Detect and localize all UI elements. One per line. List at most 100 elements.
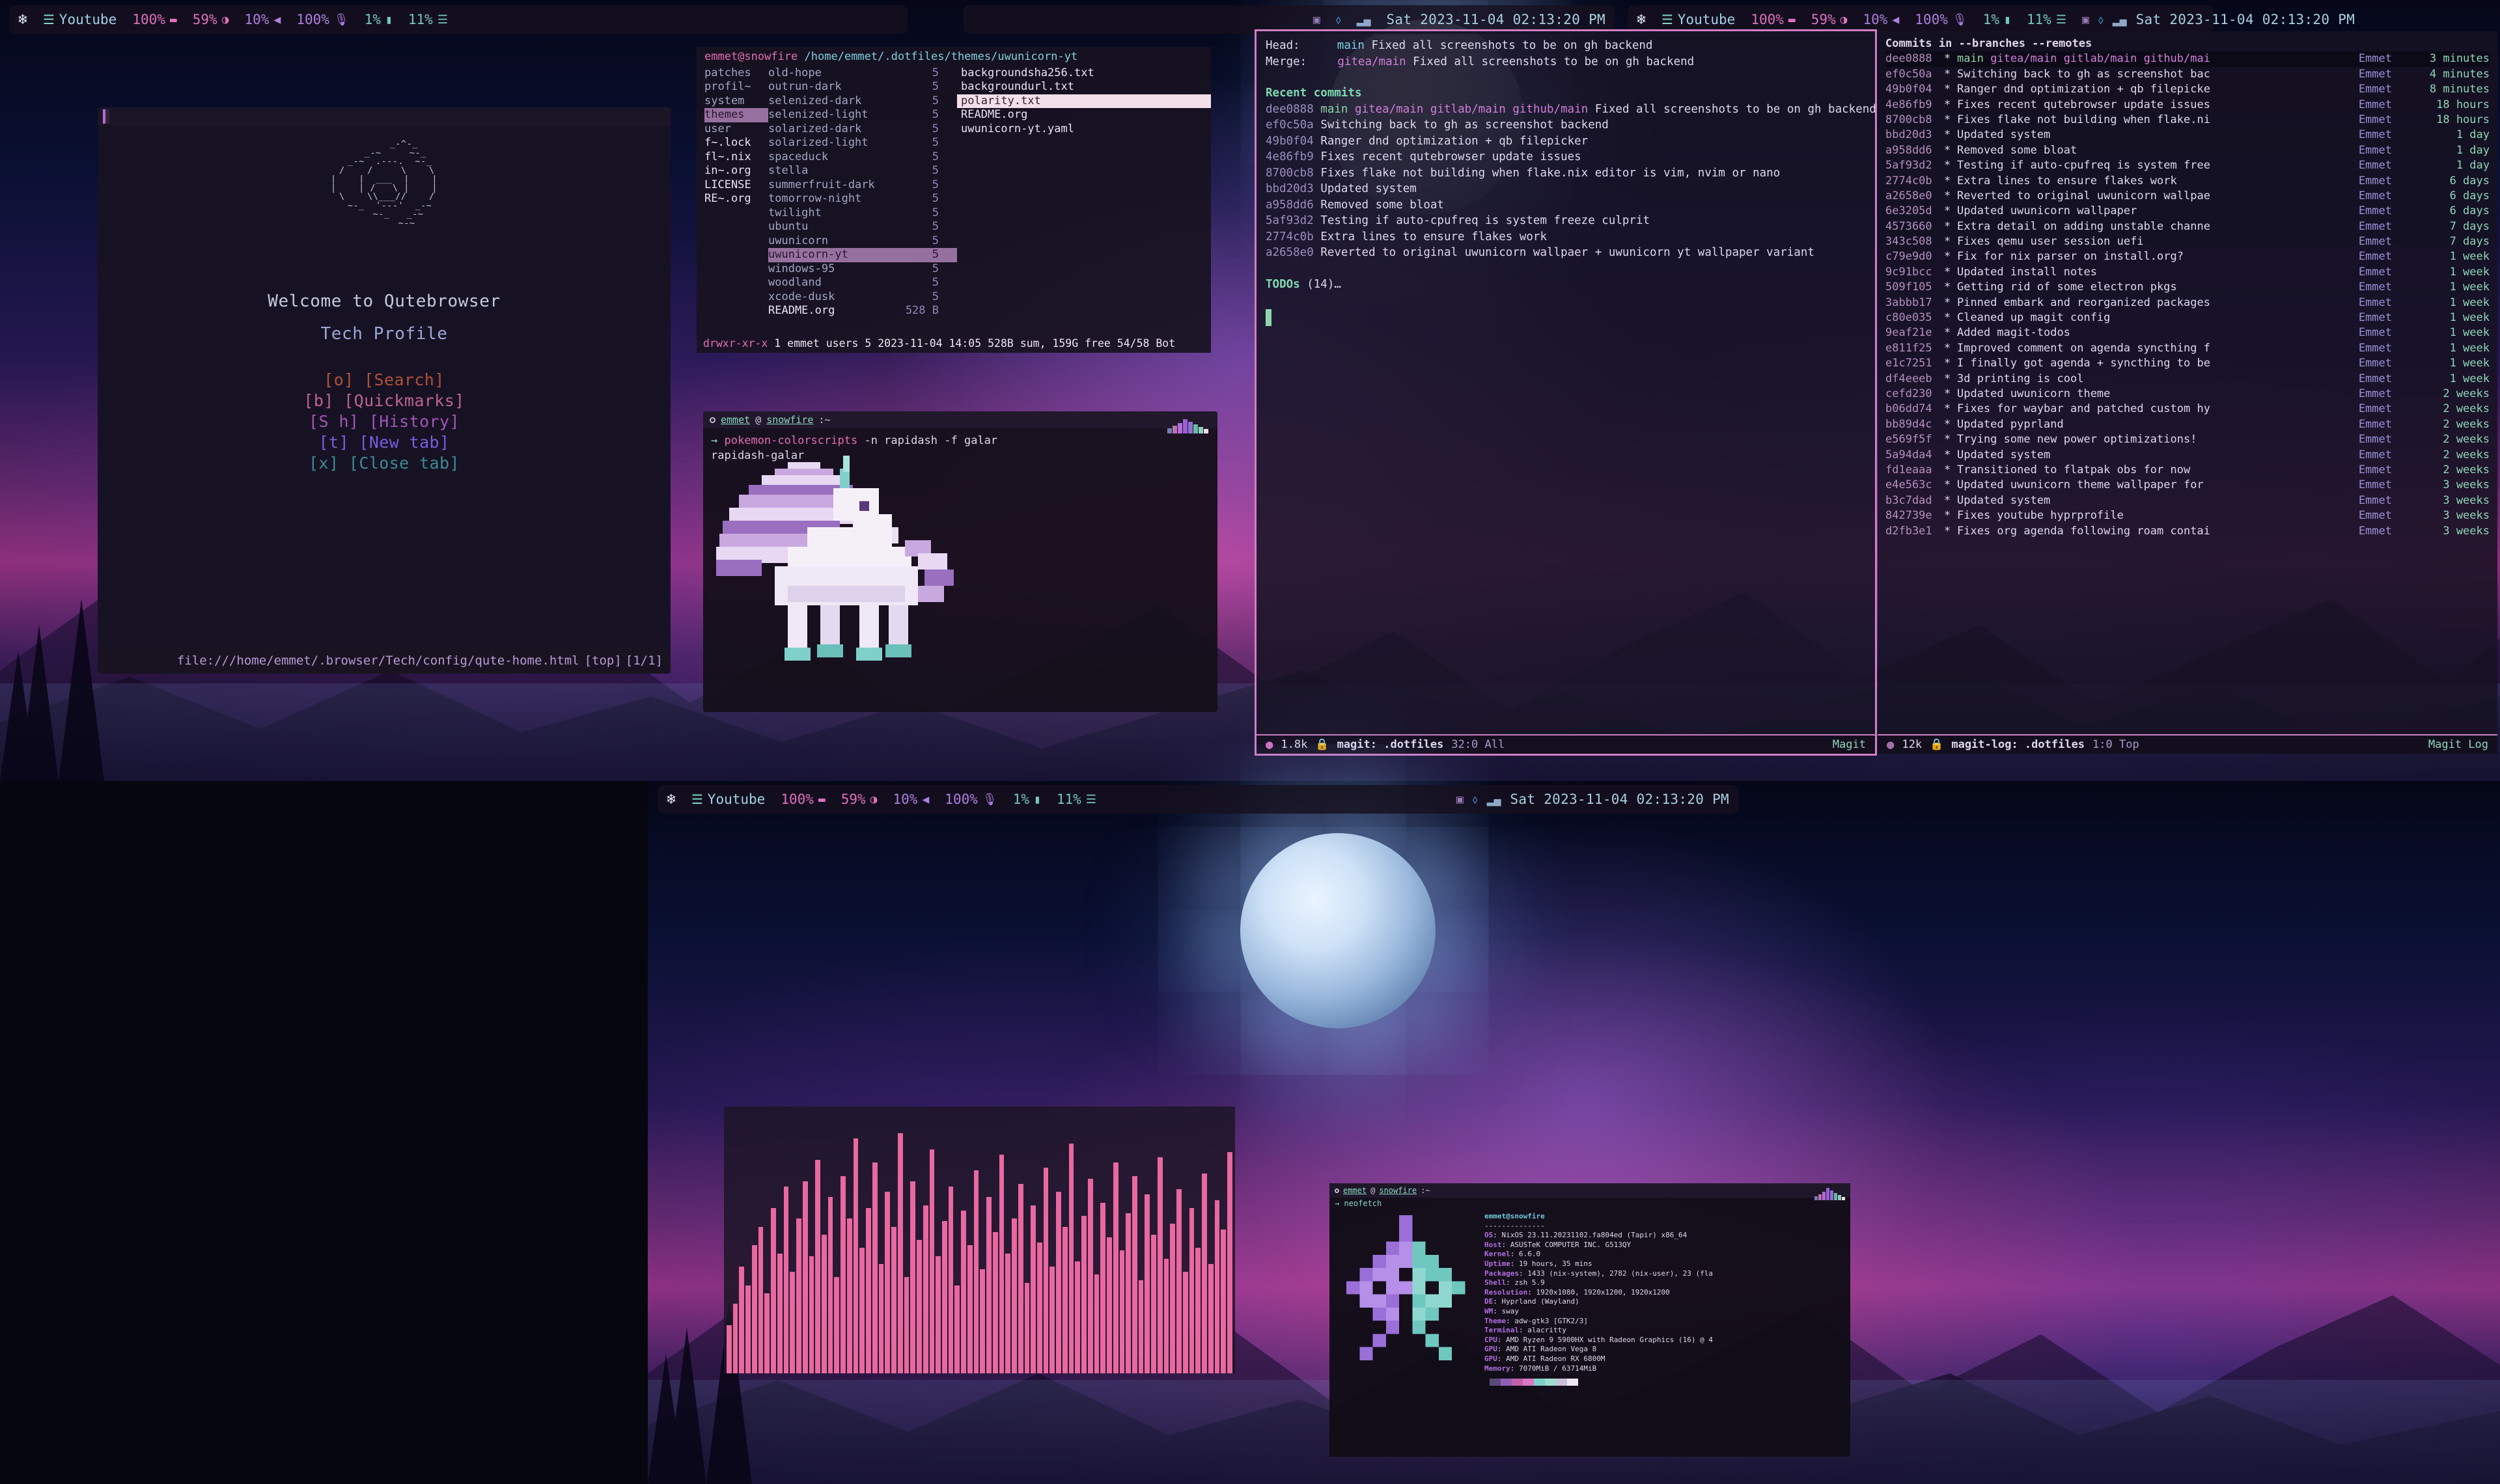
ranger-parent-item[interactable]: system <box>704 94 768 109</box>
tab-current[interactable] <box>103 109 109 124</box>
magit-todos-row[interactable]: TODOs (14)… <box>1266 277 1866 293</box>
magit-log-row[interactable]: 49b0f04 * Ranger dnd optimization + qb fil… <box>1885 82 2490 97</box>
ranger-preview-item[interactable]: polarity.txt <box>957 94 1211 108</box>
ranger-current-item[interactable]: tomorrow-night 5 <box>768 192 957 206</box>
ranger-parent-item[interactable]: profil~ <box>704 80 768 94</box>
ranger-current-item[interactable]: README.org 528 B <box>768 304 957 318</box>
pokemon-terminal-window[interactable]: emmet @ snowfire :~ → pokemon-colorscrip… <box>703 411 1217 712</box>
ranger-current-item[interactable]: selenized-light 5 <box>768 108 957 122</box>
magit-log-rows[interactable]: dee0888 * main gitea/main gitlab/main gith… <box>1885 51 2490 539</box>
display-off-icon[interactable]: ▣ <box>2082 13 2089 27</box>
magit-commit-row[interactable]: ef0c50a Switching back to gh as screensh… <box>1266 117 1866 133</box>
qute-shortcut-3[interactable]: [t] [New tab] <box>98 432 671 453</box>
magit-log-row[interactable]: 4573660 * Extra detail on adding unstable … <box>1885 219 2490 234</box>
clock-text-3[interactable]: Sat 2023-11-04 02:13:20 PM <box>1510 791 1729 807</box>
magit-log-row[interactable]: e811f25 * Improved comment on agenda synct… <box>1885 341 2490 356</box>
pokemon-terminal-body[interactable]: → pokemon-colorscripts -n rapidash -f ga… <box>703 419 1217 661</box>
magit-log-body[interactable]: Commits in --branches --remotes dee0888 *… <box>1878 31 2497 544</box>
clock-text-2[interactable]: Sat 2023-11-04 02:13:20 PM <box>2136 12 2355 27</box>
cpu-module-3[interactable]: 1% ▮ <box>1013 791 1041 807</box>
memory-module[interactable]: 11% ☰ <box>408 12 448 27</box>
network-signal-icon[interactable]: ▂▄ <box>1487 793 1501 806</box>
brightness-module[interactable]: 100% ▬ <box>132 12 176 27</box>
nix-menu-button-3[interactable]: ❄ <box>667 791 676 808</box>
bluetooth-icon[interactable]: ⬨ <box>1473 793 1478 806</box>
waybar-bottom[interactable]: ❄ ☰ Youtube 100% ▬ 59% ◑ 10% ◀ 100% 🎙 1%… <box>658 785 1738 814</box>
neofetch-titlebar[interactable]: emmet @ snowfire :~ <box>1329 1183 1850 1198</box>
ranger-preview-column[interactable]: backgroundsha256.txt backgroundurl.txt pol… <box>957 66 1211 318</box>
qute-shortcut-1[interactable]: [b] [Quickmarks] <box>98 391 671 411</box>
magit-log-row[interactable]: e4e563c * Updated uwunicorn theme wallpape… <box>1885 478 2490 493</box>
memory-module-2[interactable]: 11% ☰ <box>2027 12 2066 27</box>
ranger-parent-item[interactable]: f~.lock <box>704 136 768 150</box>
ranger-current-item[interactable]: stella 5 <box>768 164 957 178</box>
magit-commit-row[interactable]: 2774c0b Extra lines to ensure flakes wor… <box>1266 229 1866 245</box>
ranger-current-item[interactable]: ubuntu 5 <box>768 220 957 234</box>
magit-log-row[interactable]: bb89d4c * Updated pyprland Emmet 2 weeks <box>1885 417 2490 432</box>
workspace-indicator-3[interactable]: ☰ Youtube <box>691 791 765 807</box>
magit-log-row[interactable]: 8700cb8 * Fixes flake not building when fl… <box>1885 113 2490 128</box>
ranger-current-item[interactable]: windows-95 5 <box>768 262 957 277</box>
ranger-parent-item[interactable]: user <box>704 122 768 137</box>
ranger-preview-item[interactable]: uwunicorn-yt.yaml <box>957 122 1211 137</box>
qutebrowser-window[interactable]: _-^-_ _-~ ~-_ _-~ .---. ~-_ / / \ \ | | … <box>98 107 671 674</box>
magit-commit-row[interactable]: a958dd6 Removed some bloat <box>1266 197 1866 213</box>
workspace-indicator-2[interactable]: ☰ Youtube <box>1661 12 1735 27</box>
ranger-parent-column[interactable]: patches profil~ system themes user f~.lock fl~… <box>704 66 768 318</box>
brightness-module-2[interactable]: 100% ▬ <box>1751 12 1795 27</box>
magit-log-row[interactable]: c80e035 * Cleaned up magit config Emmet 1 we… <box>1885 310 2490 325</box>
cpu-module[interactable]: 1% ▮ <box>365 12 393 27</box>
ranger-current-item[interactable]: xcode-dusk 5 <box>768 290 957 305</box>
magit-status-window[interactable]: Head: main Fixed all screenshots to be o… <box>1255 29 1877 756</box>
magit-log-row[interactable]: c79e9d0 * Fix for nix parser on install.or… <box>1885 249 2490 264</box>
cava-visualizer-window[interactable] <box>724 1106 1235 1373</box>
magit-log-row[interactable]: 5a94da4 * Updated system Emmet 2 weeks <box>1885 448 2490 463</box>
waybar-top-monitor2[interactable]: ❄ ☰ Youtube 100% ▬ 59% ◑ 10% ◀ 100% 🎙 1%… <box>1628 5 2355 34</box>
magit-log-row[interactable]: bbd20d3 * Updated system Emmet 1 day <box>1885 128 2490 143</box>
magit-commit-row[interactable]: 49b0f04 Ranger dnd optimization + qb fil… <box>1266 133 1866 150</box>
ranger-current-item[interactable]: spaceduck 5 <box>768 150 957 165</box>
magit-log-window[interactable]: Commits in --branches --remotes dee0888 *… <box>1878 31 2497 754</box>
battery-module-3[interactable]: 59% ◑ <box>841 791 878 807</box>
bluetooth-icon[interactable]: ⬨ <box>2098 13 2104 27</box>
brightness-module-3[interactable]: 100% ▬ <box>781 791 825 807</box>
memory-module-3[interactable]: 11% ☰ <box>1057 791 1096 807</box>
qute-shortcut-4[interactable]: [x] [Close tab] <box>98 453 671 474</box>
magit-log-row[interactable]: 343c508 * Fixes qemu user session uefi Emme… <box>1885 234 2490 249</box>
ranger-preview-item[interactable]: README.org <box>957 108 1211 122</box>
magit-log-row[interactable]: a958dd6 * Removed some bloat Emmet 1 day <box>1885 143 2490 158</box>
magit-log-row[interactable]: d2fb3e1 * Fixes org agenda following roam … <box>1885 524 2490 539</box>
ranger-parent-item[interactable]: LICENSE <box>704 178 768 193</box>
magit-commit-row[interactable]: bbd20d3 Updated system <box>1266 181 1866 197</box>
magit-log-row[interactable]: b3c7dad * Updated system Emmet 3 weeks <box>1885 493 2490 508</box>
magit-log-row[interactable]: 9eaf21e * Added magit-todos Emmet 1 week <box>1885 325 2490 340</box>
ranger-parent-item[interactable]: patches <box>704 66 768 81</box>
magit-commit-row[interactable]: dee0888 main gitea/main gitlab/main gith… <box>1266 102 1875 118</box>
ranger-current-item[interactable]: uwunicorn 5 <box>768 234 957 249</box>
battery-module[interactable]: 59% ◑ <box>193 12 229 27</box>
ranger-current-item[interactable]: outrun-dark 5 <box>768 80 957 94</box>
neofetch-terminal-window[interactable]: emmet @ snowfire :~ → neofetch emmet@sno… <box>1329 1183 1850 1457</box>
nix-menu-button-2[interactable]: ❄ <box>1637 11 1646 28</box>
ranger-current-item[interactable]: solarized-dark 5 <box>768 122 957 137</box>
pokemon-terminal-titlebar[interactable]: emmet @ snowfire :~ <box>703 411 1217 428</box>
volume-module[interactable]: 10% ◀ <box>245 12 281 27</box>
magit-log-row[interactable]: cefd230 * Updated uwunicorn theme Emmet 2 we… <box>1885 387 2490 402</box>
ranger-parent-item[interactable]: fl~.nix <box>704 150 768 165</box>
magit-commit-row[interactable]: 8700cb8 Fixes flake not building when fl… <box>1266 165 1866 182</box>
ranger-current-item[interactable]: summerfruit-dark 5 <box>768 178 957 193</box>
magit-commit-row[interactable]: a2658e0 Reverted to original uwunicorn w… <box>1266 245 1866 261</box>
ranger-parent-item[interactable]: RE~.org <box>704 192 768 206</box>
ranger-current-item[interactable]: uwunicorn-yt 5 <box>768 248 957 262</box>
ranger-parent-item[interactable]: themes <box>704 108 768 122</box>
magit-commit-list[interactable]: dee0888 main gitea/main gitlab/main gith… <box>1266 102 1875 261</box>
magit-body[interactable]: Head: main Fixed all screenshots to be o… <box>1257 31 1875 333</box>
microphone-module[interactable]: 100% 🎙 <box>296 12 348 27</box>
ranger-parent-item[interactable]: in~.org <box>704 164 768 178</box>
magit-log-row[interactable]: 2774c0b * Extra lines to ensure flakes wor… <box>1885 174 2490 189</box>
ranger-current-item[interactable]: solarized-light 5 <box>768 136 957 150</box>
magit-log-row[interactable]: dee0888 * main gitea/main gitlab/main gith… <box>1885 51 2490 67</box>
ranger-preview-item[interactable]: backgroundsha256.txt <box>957 66 1211 81</box>
qute-shortcut-0[interactable]: [o] [Search] <box>98 370 671 391</box>
magit-log-row[interactable]: b06dd74 * Fixes for waybar and patched cus… <box>1885 402 2490 417</box>
